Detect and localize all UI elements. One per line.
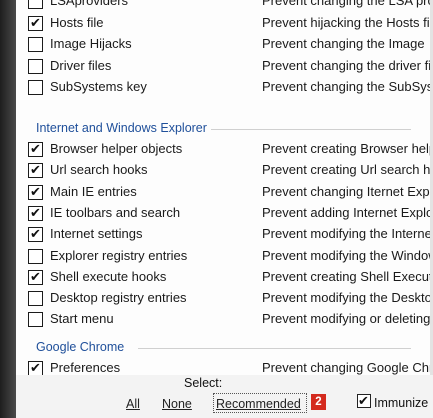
row-checkbox[interactable] — [28, 291, 43, 307]
step-badge: 2 — [311, 394, 326, 410]
row-checkbox[interactable] — [28, 80, 43, 95]
row-label: Desktop registry entries — [50, 290, 187, 306]
protection-row: ✔ Preferences Prevent changing Google Chro — [16, 358, 433, 375]
protection-row: ✔ Internet settings Prevent modifying the … — [16, 224, 433, 245]
row-label: Driver files — [50, 57, 112, 73]
select-all-link[interactable]: All — [126, 397, 140, 411]
row-checkbox[interactable]: ✔ — [28, 14, 43, 31]
row-description: Prevent creating Url search ho — [262, 162, 433, 178]
protection-row: Desktop registry entries Prevent modifyin… — [16, 288, 433, 309]
row-checkbox[interactable]: ✔ — [28, 268, 43, 285]
row-description: Prevent modifying the Internet — [262, 226, 433, 242]
selection-bar: Select: All None Recommended 2 ✔ Immuniz… — [16, 375, 433, 418]
row-description: Prevent modifying or deleting — [262, 311, 431, 327]
row-label: Url search hooks — [50, 162, 148, 178]
check-icon: ✔ — [30, 162, 41, 178]
row-description: Prevent creating Browser help — [262, 141, 433, 156]
protection-row: Image Hijacks Prevent changing the Image — [16, 34, 433, 55]
check-icon: ✔ — [30, 204, 41, 220]
group-internet-explorer: Internet and Windows Explorer — [36, 121, 207, 135]
row-label: Internet settings — [50, 226, 143, 242]
window-left-edge — [0, 0, 16, 418]
row-description: Prevent changing Iternet Explo — [262, 183, 433, 199]
protection-row: ✔ Browser helper objects Prevent creating … — [16, 139, 433, 160]
row-description: Prevent changing the driver fil — [262, 57, 433, 73]
row-checkbox[interactable]: ✔ — [28, 361, 43, 375]
group-divider — [138, 348, 411, 349]
check-icon: ✔ — [30, 360, 41, 375]
row-checkbox[interactable] — [28, 37, 43, 52]
protection-row: ✔ Url search hooks Prevent creating Url se… — [16, 160, 433, 181]
protection-list: LSAproviders Prevent changing the LSA pro… — [16, 0, 433, 375]
row-description: Prevent changing Google Chro — [262, 360, 433, 375]
row-label: IE toolbars and search — [50, 204, 181, 220]
row-label: Shell execute hooks — [50, 268, 167, 284]
row-description: Prevent hijacking the Hosts fil — [262, 14, 433, 30]
row-checkbox[interactable]: ✔ — [28, 204, 43, 221]
protection-row: ✔ Main IE entries Prevent changing Iternet… — [16, 182, 433, 203]
row-checkbox[interactable]: ✔ — [28, 162, 43, 179]
row-label: Preferences — [50, 360, 121, 375]
check-icon: ✔ — [30, 268, 41, 284]
immunize-dialog: LSAproviders Prevent changing the LSA pro… — [16, 0, 433, 418]
protection-row: Start menu Prevent modifying or deleting — [16, 309, 433, 330]
row-description: Prevent adding Internet Explo — [262, 204, 433, 220]
row-checkbox[interactable] — [28, 58, 43, 74]
protection-row: ✔ Shell execute hooks Prevent creating She… — [16, 267, 433, 288]
protection-row: Explorer registry entries Prevent modifyi… — [16, 246, 433, 267]
protection-row: SubSystems key Prevent changing the SubSy… — [16, 77, 433, 98]
select-label: Select: — [184, 376, 223, 390]
protection-row: ✔ Hosts file Prevent hijacking the Hosts f… — [16, 13, 433, 34]
row-description: Prevent creating Shell Execute — [262, 268, 433, 284]
check-icon: ✔ — [30, 14, 41, 30]
row-checkbox[interactable]: ✔ — [28, 183, 43, 200]
protection-row: ✔ IE toolbars and search Prevent adding In… — [16, 203, 433, 224]
row-label: SubSystems key — [50, 79, 147, 94]
row-description: Prevent modifying the Window — [262, 247, 433, 263]
group-divider — [211, 129, 411, 130]
row-description: Prevent changing the SubSyst — [262, 79, 433, 94]
immunize-label: Immunize — [374, 396, 429, 410]
protection-row: LSAproviders Prevent changing the LSA pro… — [16, 0, 433, 12]
row-checkbox[interactable]: ✔ — [28, 226, 43, 243]
row-label: Hosts file — [50, 14, 104, 30]
select-recommended-link[interactable]: Recommended — [216, 397, 301, 411]
row-description: Prevent modifying the Deskto — [262, 290, 432, 306]
row-label: Browser helper objects — [50, 141, 183, 156]
protection-row: Driver files Prevent changing the driver … — [16, 56, 433, 77]
row-label: Main IE entries — [50, 183, 137, 199]
row-label: Start menu — [50, 311, 114, 327]
row-checkbox[interactable] — [28, 312, 43, 328]
row-label: Image Hijacks — [50, 36, 132, 51]
immunize-checkbox[interactable]: ✔ — [357, 393, 371, 408]
row-label: Explorer registry entries — [50, 247, 188, 263]
row-label: LSAproviders — [50, 0, 129, 8]
check-icon: ✔ — [358, 393, 369, 408]
row-checkbox[interactable] — [28, 248, 43, 264]
check-icon: ✔ — [30, 183, 41, 199]
row-description: Prevent changing the Image — [262, 36, 425, 51]
check-icon: ✔ — [30, 141, 41, 156]
row-checkbox[interactable] — [28, 0, 43, 9]
select-none-link[interactable]: None — [162, 397, 192, 411]
row-description: Prevent changing the LSA provi — [262, 0, 433, 8]
check-icon: ✔ — [30, 226, 41, 242]
group-google-chrome: Google Chrome — [36, 340, 125, 354]
row-checkbox[interactable]: ✔ — [28, 142, 43, 157]
